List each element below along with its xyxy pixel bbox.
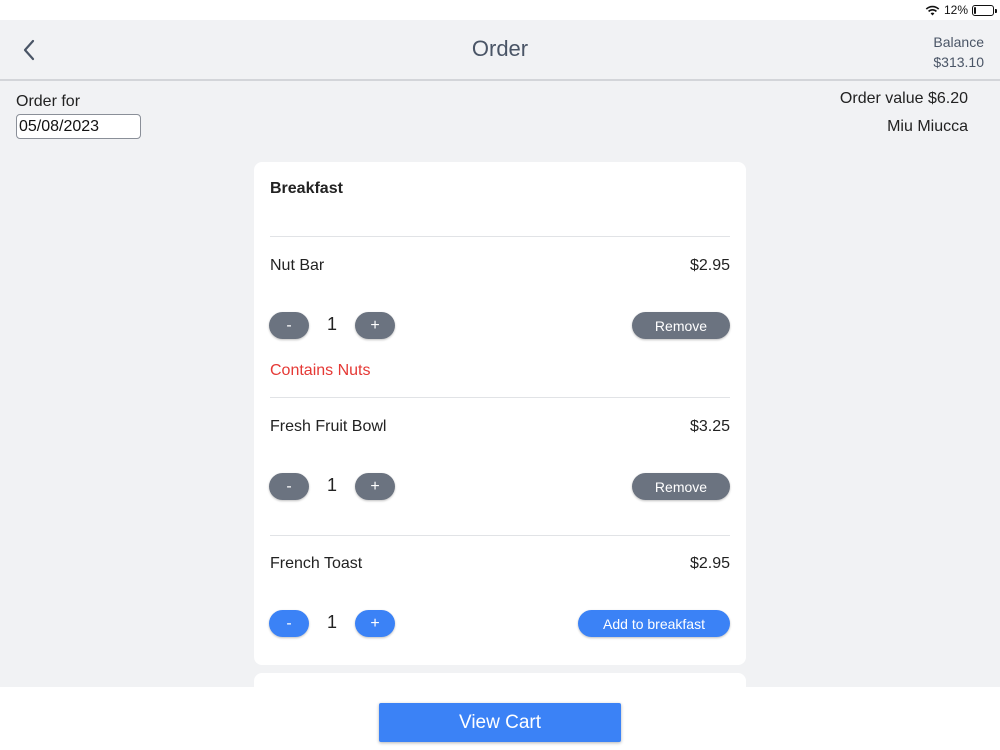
decrease-qty-button[interactable]: -: [269, 312, 309, 339]
balance-label: Balance: [933, 34, 984, 50]
status-indicators: 12%: [925, 3, 997, 17]
divider: [270, 535, 730, 536]
item-name-nut-bar: Nut Bar: [270, 257, 325, 274]
order-date-field[interactable]: [16, 114, 141, 139]
increase-qty-button[interactable]: +: [355, 312, 395, 339]
item-name-fresh-fruit-bowl: Fresh Fruit Bowl: [270, 418, 387, 435]
decrease-qty-button[interactable]: -: [269, 610, 309, 637]
order-value: Order value $6.20: [839, 90, 968, 107]
nav-bar: Order Balance $313.10: [0, 20, 1000, 81]
breakfast-card: Breakfast Nut Bar $2.95 - 1 + Remove Con…: [254, 162, 746, 665]
allergen-warning: Contains Nuts: [270, 362, 371, 379]
divider: [270, 397, 730, 398]
remove-button[interactable]: Remove: [632, 473, 730, 500]
customer-name: Miu Miucca: [887, 118, 968, 135]
increase-qty-button[interactable]: +: [355, 473, 395, 500]
item-price-fresh-fruit-bowl: $3.25: [689, 418, 730, 435]
balance-value: $313.10: [933, 54, 984, 70]
item-name-french-toast: French Toast: [270, 555, 363, 572]
quantity-value: 1: [326, 475, 337, 495]
battery-percent: 12%: [943, 3, 968, 17]
order-for-label: Order for: [16, 93, 81, 110]
item-price-nut-bar: $2.95: [689, 257, 730, 274]
balance-display: Balance $313.10: [933, 32, 984, 72]
quantity-value: 1: [326, 314, 337, 334]
divider: [270, 236, 730, 237]
decrease-qty-button[interactable]: -: [269, 473, 309, 500]
status-bar: 12%: [0, 0, 1000, 20]
bottom-bar: View Cart: [0, 687, 1000, 750]
view-cart-button[interactable]: View Cart: [379, 703, 621, 742]
category-title: Breakfast: [270, 180, 343, 197]
item-price-french-toast: $2.95: [689, 555, 730, 572]
battery-icon: [972, 4, 997, 16]
add-to-breakfast-button[interactable]: Add to breakfast: [578, 610, 730, 637]
page-title: Order: [471, 36, 529, 61]
remove-button[interactable]: Remove: [632, 312, 730, 339]
quantity-value: 1: [326, 612, 337, 632]
increase-qty-button[interactable]: +: [355, 610, 395, 637]
wifi-icon: [925, 5, 940, 15]
